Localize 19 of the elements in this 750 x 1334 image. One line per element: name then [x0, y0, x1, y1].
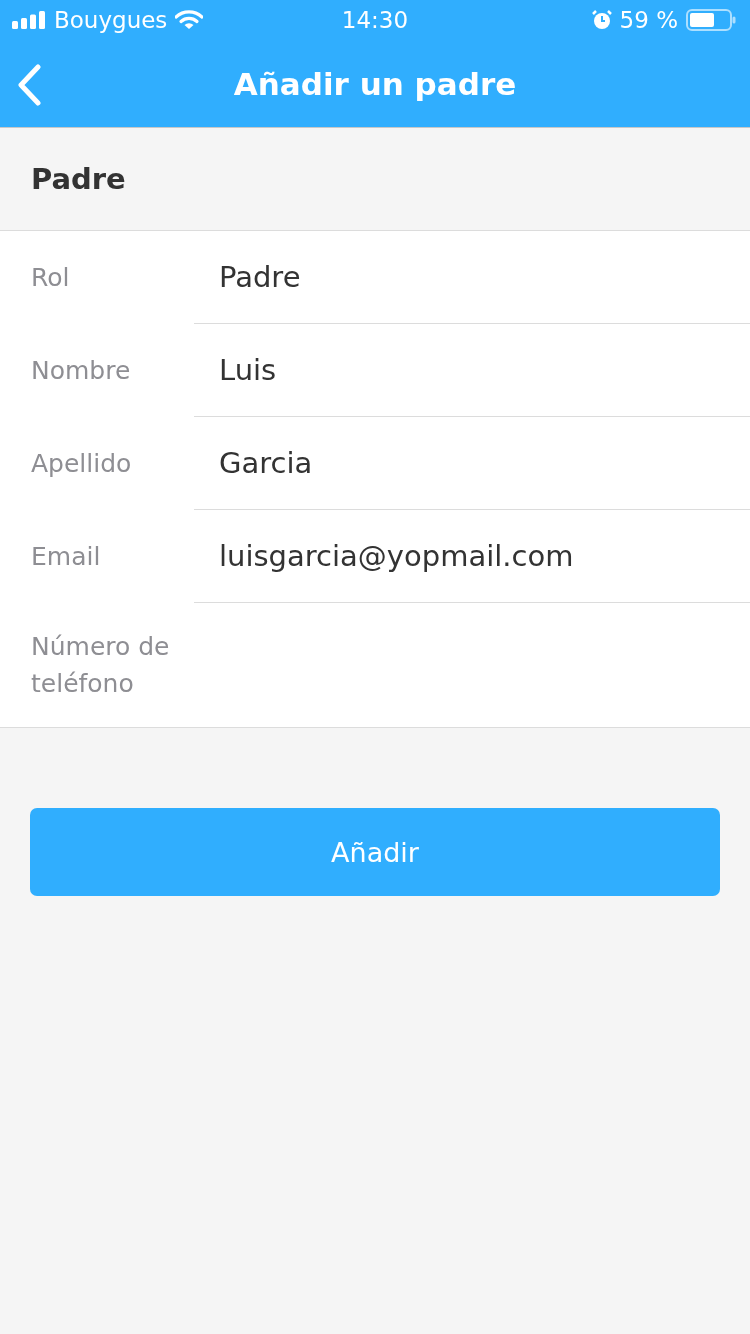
field-label: Rol	[30, 262, 71, 294]
field-label: Apellido	[30, 448, 133, 480]
text-field[interactable]: luisgarcia@yopmail.com	[219, 535, 709, 577]
status-time: 14:30	[341, 7, 409, 33]
text-field[interactable]: Luis	[219, 349, 709, 391]
field-label: Email	[30, 541, 102, 573]
screen-title: Añadir un padre	[233, 66, 517, 102]
battery-icon	[686, 9, 736, 31]
field-label: Número de teléfono	[30, 631, 171, 700]
signal-icon	[12, 11, 46, 29]
chevron-left-icon	[16, 64, 42, 106]
text-field[interactable]: Padre	[219, 256, 709, 298]
alarm-icon	[591, 10, 612, 30]
section-title: Padre	[31, 162, 126, 196]
field-label: Nombre	[30, 355, 132, 387]
text-field[interactable]: Garcia	[219, 442, 709, 484]
battery-percent: 59 %	[619, 7, 678, 33]
carrier-name: Bouygues	[54, 7, 168, 33]
wifi-icon	[175, 10, 204, 30]
